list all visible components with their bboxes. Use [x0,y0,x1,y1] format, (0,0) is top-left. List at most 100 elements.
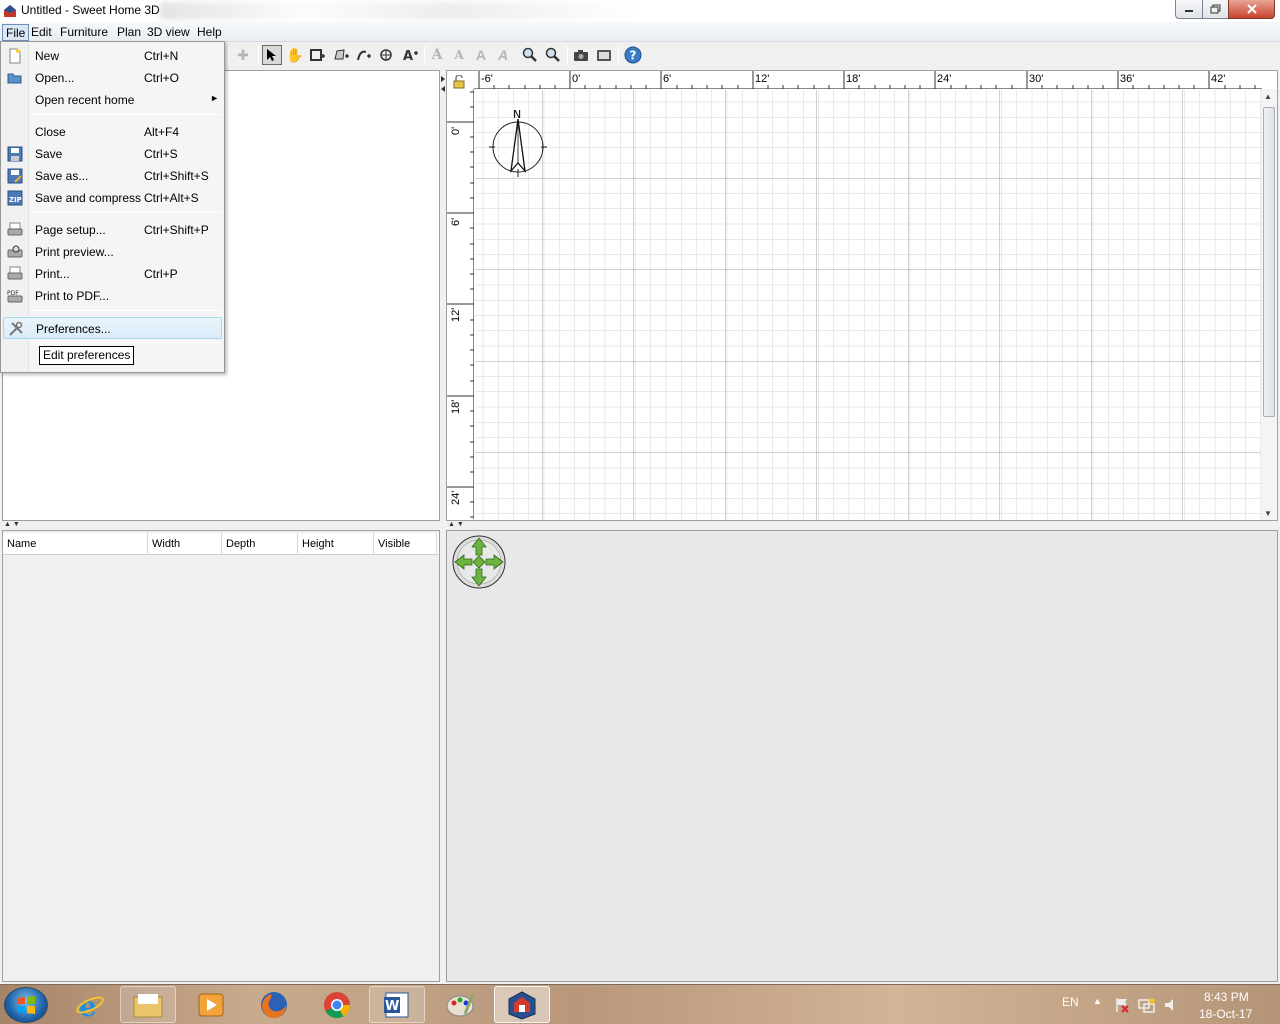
menu-item-print-preview[interactable]: Print preview... [3,241,222,263]
column-header-height[interactable]: Height [298,533,374,555]
ruler-x-label: 42' [1211,73,1226,85]
clock-time[interactable]: 8:43 PM [1204,990,1249,1004]
furniture-list-pane[interactable]: Name Width Depth Height Visible [2,530,440,982]
taskbar-word[interactable]: W [369,986,425,1023]
ruler-x-label: 0' [572,73,581,85]
pan-hand-icon[interactable]: ✋ [285,45,305,65]
ruler-y-label: 6' [450,217,462,226]
folder-icon [133,993,163,1017]
show-hidden-icons-icon[interactable]: ▲ [1093,996,1102,1006]
create-dimensions-icon[interactable] [377,45,397,65]
italic-text-icon[interactable]: A [493,45,513,65]
create-photo-icon[interactable] [571,45,591,65]
help-icon[interactable]: ? [623,45,643,65]
create-video-icon[interactable] [594,45,614,65]
horizontal-ruler: -6' 0' 6' 12' 18' 24' 30' 36' 42' [474,71,1262,89]
volume-icon[interactable] [1163,997,1179,1016]
action-center-flag-icon[interactable] [1114,997,1130,1016]
scrollbar-thumb[interactable] [1263,107,1275,417]
menu-item-page-setup[interactable]: Page setup... Ctrl+Shift+P [3,219,222,241]
3d-navigation-arrows-icon[interactable] [452,535,506,589]
menu-file[interactable]: File [2,24,30,41]
main-toolbar: ✚ ✋ A A A A A ? [225,42,1280,68]
chrome-icon [324,991,351,1018]
menu-item-new[interactable]: New Ctrl+N [3,45,222,67]
network-icon[interactable] [1138,997,1156,1016]
menu-item-preferences[interactable]: Preferences... [3,317,222,339]
menu-item-print-pdf[interactable]: PDF Print to PDF... [3,285,222,307]
file-menu-dropdown: New Ctrl+N Open... Ctrl+O Open recent ho… [0,41,225,373]
svg-text:A: A [403,49,413,62]
clock-date[interactable]: 18-Oct-17 [1199,1007,1252,1021]
add-furniture-icon[interactable]: ✚ [233,45,253,65]
zoom-out-icon[interactable] [543,45,563,65]
window-title: Untitled - Sweet Home 3D [21,3,160,17]
pdf-icon: PDF [7,288,23,304]
minimize-button[interactable] [1175,0,1202,19]
taskbar-sweet-home-3d[interactable] [494,986,550,1023]
media-player-icon [198,993,224,1016]
minimize-icon [1185,10,1193,12]
ruler-x-label: 12' [755,73,770,85]
submenu-arrow-icon: ► [210,93,219,103]
taskbar-internet-explorer[interactable]: e [62,986,118,1023]
menu-edit[interactable]: Edit [28,24,55,41]
word-icon: W [384,992,409,1017]
add-text-icon[interactable]: A [400,45,420,65]
right-split-divider[interactable]: ▲ ▼ [446,521,1278,529]
3d-view-pane[interactable] [446,530,1278,982]
close-window-button[interactable] [1228,0,1275,19]
print-preview-icon [7,244,23,260]
menu-3d-view[interactable]: 3D view [144,24,193,41]
create-polylines-icon[interactable] [354,45,374,65]
menu-item-open-recent[interactable]: Open recent home ► [3,89,222,111]
menu-item-close[interactable]: Close Alt+F4 [3,121,222,143]
restore-button[interactable] [1202,0,1228,19]
column-header-width[interactable]: Width [148,533,222,555]
save-as-icon [7,168,23,184]
menu-item-save-compress[interactable]: ZIP Save and compress Ctrl+Alt+S [3,187,222,209]
taskbar-paint[interactable] [432,986,488,1023]
column-header-depth[interactable]: Depth [222,533,298,555]
menu-item-open[interactable]: Open... Ctrl+O [3,67,222,89]
windows-logo-icon [17,996,35,1014]
zoom-in-icon[interactable] [520,45,540,65]
taskbar-firefox[interactable] [246,986,302,1023]
ruler-x-label: 18' [846,73,861,85]
page-setup-icon [7,222,23,238]
menu-furniture[interactable]: Furniture [57,24,111,41]
title-bar: Untitled - Sweet Home 3D [0,0,1280,22]
start-button[interactable] [4,987,48,1023]
bold-text-icon[interactable]: A [471,45,491,65]
create-rooms-icon[interactable] [331,45,351,65]
taskbar-media-player[interactable] [183,986,239,1023]
menu-plan[interactable]: Plan [114,24,144,41]
save-icon [7,146,23,162]
menu-item-print[interactable]: Print... Ctrl+P [3,263,222,285]
plan-vertical-scrollbar[interactable]: ▲ ▼ [1261,89,1277,520]
language-indicator[interactable]: EN [1062,995,1079,1009]
menu-help[interactable]: Help [194,24,225,41]
increase-text-icon[interactable]: A [427,45,447,65]
compass-rose[interactable]: N [487,107,549,179]
taskbar-chrome[interactable] [309,986,365,1023]
svg-text:ZIP: ZIP [9,196,22,204]
decrease-text-icon[interactable]: A [449,45,469,65]
left-split-divider[interactable]: ▲ ▼ [2,521,440,529]
ruler-x-label: 36' [1120,73,1135,85]
plan-corner-lock-icon[interactable] [451,74,469,89]
select-mode-icon[interactable] [262,45,282,65]
scroll-down-arrow-icon[interactable]: ▼ [1264,509,1272,518]
menu-item-save[interactable]: Save Ctrl+S [3,143,222,165]
scroll-up-arrow-icon[interactable]: ▲ [1264,92,1272,101]
plan-view-pane[interactable]: -6' 0' 6' 12' 18' 24' 30' 36' 42' 0' 6' … [446,70,1278,521]
taskbar-file-explorer[interactable] [120,986,176,1023]
menu-item-save-as[interactable]: Save as... Ctrl+Shift+S [3,165,222,187]
ruler-x-label: 30' [1029,73,1044,85]
preferences-tooltip: Edit preferences [39,346,135,365]
column-header-visible[interactable]: Visible [374,533,437,555]
column-header-name[interactable]: Name [3,533,148,555]
windows-taskbar: e W EN ▲ 8:43 PM 18-Oct-17 [0,984,1280,1024]
create-walls-icon[interactable] [308,45,328,65]
furniture-table-header: Name Width Depth Height Visible [3,533,439,555]
